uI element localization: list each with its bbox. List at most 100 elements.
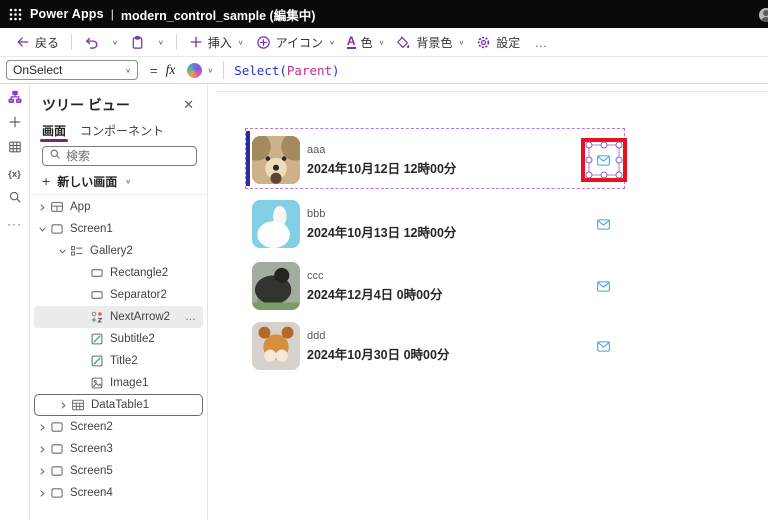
tree-item-gallery2[interactable]: Gallery2 (34, 240, 203, 262)
tree-item-screen4[interactable]: Screen4 (34, 482, 203, 504)
tree-item-image1[interactable]: Image1 (34, 372, 203, 394)
chevron-icon[interactable] (36, 203, 49, 212)
tree-view-header: ツリー ビュー ✕ (42, 95, 197, 115)
tree-item-subtitle2[interactable]: Subtitle2 (34, 328, 203, 350)
mail-icon-button[interactable] (580, 138, 627, 182)
tree-item-screen1[interactable]: Screen1 (34, 218, 203, 240)
search-input[interactable] (66, 149, 190, 163)
resize-handle[interactable] (615, 156, 622, 164)
paste-split-chevron[interactable]: ∨ (151, 35, 170, 50)
chevron-icon[interactable] (56, 247, 69, 256)
control-type-icon (49, 221, 65, 237)
tree-item-label: Title2 (110, 355, 138, 367)
item-text: ddd 2024年10月30日 0時00分 (307, 330, 449, 363)
formula-input[interactable]: Select(Parent) (234, 63, 339, 78)
tab-screens[interactable]: 画面 (39, 122, 69, 142)
item-subtitle: 2024年10月30日 0時00分 (307, 347, 450, 362)
app-canvas[interactable]: aaa 2024年10月12日 12時00分 bbb 2024年10月13日 1… (209, 84, 768, 520)
resize-handle[interactable] (615, 171, 622, 179)
close-icon[interactable]: ✕ (180, 97, 197, 113)
canvas-guide-line (217, 91, 768, 92)
settings-button[interactable]: 設定 (470, 31, 526, 54)
gallery-item-aaa[interactable]: aaa 2024年10月12日 12時00分 (252, 136, 627, 184)
mail-icon-button[interactable] (597, 280, 610, 292)
back-button[interactable]: 戻る (10, 31, 65, 54)
variables-rail-button[interactable]: {x} (3, 163, 27, 185)
item-subtitle: 2024年10月12日 12時00分 (307, 161, 457, 176)
toolbar-overflow-button[interactable]: … (526, 35, 556, 50)
resize-handle[interactable] (600, 141, 607, 149)
tree-item-separator2[interactable]: Separator2 (34, 284, 203, 306)
resize-handle[interactable] (585, 171, 592, 179)
chevron-icon[interactable] (36, 423, 49, 432)
color-menu-button[interactable]: A 色 ∨ (341, 31, 391, 54)
plus-icon: + (42, 173, 51, 189)
formula-close-paren: ) (332, 62, 340, 78)
tab-components[interactable]: コンポーネント (80, 122, 164, 142)
paste-button[interactable] (124, 32, 151, 53)
chevron-icon[interactable] (36, 225, 49, 234)
search-rail-button[interactable] (3, 188, 27, 210)
property-dropdown[interactable]: OnSelect ∨ (6, 60, 138, 80)
control-type-icon (89, 287, 105, 303)
more-options-icon[interactable]: … (185, 311, 197, 323)
tree-item-screen2[interactable]: Screen2 (34, 416, 203, 438)
undo-button[interactable] (78, 32, 105, 53)
control-type-icon (89, 375, 105, 391)
control-type-icon (89, 309, 105, 325)
gallery-control[interactable]: aaa 2024年10月12日 12時00分 bbb 2024年10月13日 1… (245, 128, 627, 428)
tree-item-nextarrow2[interactable]: NextArrow2 … (34, 306, 203, 328)
tree-item-title2[interactable]: Title2 (34, 350, 203, 372)
insert-menu-button[interactable]: 挿入 ∨ (183, 31, 250, 54)
resize-handle[interactable] (600, 171, 607, 179)
data-rail-button[interactable] (3, 138, 27, 160)
gallery-item-ccc[interactable]: ccc 2024年12月4日 0時00分 (252, 262, 615, 310)
new-screen-label: 新しい画面 (57, 174, 118, 189)
new-screen-button[interactable]: + 新しい画面 ∨ (42, 170, 197, 192)
equals-sign: = (150, 62, 158, 78)
control-type-icon (89, 331, 105, 347)
tree-item-app[interactable]: App (34, 196, 203, 218)
tree-view-tabs: 画面 コンポーネント (39, 122, 197, 142)
mail-icon-button[interactable] (597, 340, 610, 352)
account-avatar[interactable] (759, 8, 768, 22)
paint-bucket-icon (396, 35, 411, 50)
chevron-icon[interactable] (57, 401, 70, 410)
icon-menu-button[interactable]: アイコン ∨ (250, 31, 341, 54)
tree-item-label: Image1 (110, 377, 149, 389)
tree-item-datatable1[interactable]: DataTable1 (34, 394, 203, 416)
selection-handles[interactable] (585, 141, 622, 179)
insert-rail-button[interactable] (3, 113, 27, 135)
resize-handle[interactable] (585, 156, 592, 164)
tree-item-rectangle2[interactable]: Rectangle2 (34, 262, 203, 284)
font-color-icon: A (346, 33, 356, 49)
gallery-item-bbb[interactable]: bbb 2024年10月13日 12時00分 (252, 200, 615, 248)
chevron-icon[interactable] (36, 467, 49, 476)
color-label: 色 (360, 35, 373, 50)
toolbar-divider (71, 34, 73, 50)
mail-icon-button[interactable] (597, 218, 610, 230)
undo-split-chevron[interactable]: ∨ (105, 35, 124, 50)
gallery-item-ddd[interactable]: ddd 2024年10月30日 0時00分 (252, 322, 615, 370)
product-title[interactable]: Power Apps (30, 7, 104, 21)
control-tree: App Screen1 Gallery2 Rectangle2 Separato… (30, 196, 207, 504)
copilot-button[interactable]: ∨ (187, 62, 213, 78)
tree-item-screen3[interactable]: Screen3 (34, 438, 203, 460)
more-rail-button[interactable]: ··· (3, 213, 27, 235)
chevron-icon[interactable] (36, 489, 49, 498)
resize-handle[interactable] (615, 141, 622, 149)
item-subtitle: 2024年12月4日 0時00分 (307, 287, 443, 302)
variables-icon: {x} (8, 168, 21, 180)
tree-item-label: NextArrow2 (110, 311, 171, 323)
search-icon (8, 190, 22, 209)
background-color-menu-button[interactable]: 背景色 ∨ (390, 31, 470, 54)
tree-item-screen5[interactable]: Screen5 (34, 460, 203, 482)
resize-handle[interactable] (585, 141, 592, 149)
dog-photo (252, 136, 300, 184)
tree-view-rail-button[interactable] (3, 88, 27, 110)
chevron-icon[interactable] (36, 445, 49, 454)
waffle-menu-icon[interactable] (0, 0, 30, 28)
tree-item-label: Subtitle2 (110, 333, 155, 345)
item-subtitle: 2024年10月13日 12時00分 (307, 225, 457, 240)
tree-search-box[interactable] (42, 146, 197, 166)
